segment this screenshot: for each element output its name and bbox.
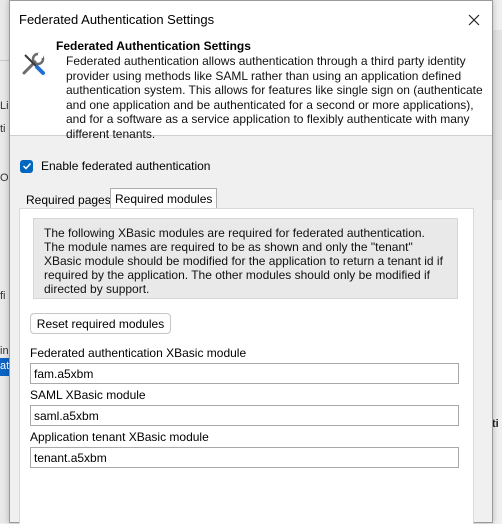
close-button[interactable] bbox=[460, 6, 488, 34]
background-text: Li bbox=[0, 100, 9, 112]
tools-icon bbox=[22, 52, 45, 75]
background-text: fi bbox=[0, 290, 6, 302]
enable-federated-auth-row[interactable]: Enable federated authentication bbox=[20, 159, 210, 173]
background-text: ti bbox=[492, 418, 499, 430]
reset-required-modules-button[interactable]: Reset required modules bbox=[30, 313, 171, 334]
header-description: Federated authentication allows authenti… bbox=[66, 54, 483, 141]
enable-federated-auth-checkbox[interactable] bbox=[20, 159, 33, 173]
background-text: in bbox=[0, 345, 9, 357]
checkmark-icon bbox=[22, 162, 31, 170]
fam-module-label: Federated authentication XBasic module bbox=[30, 346, 247, 360]
tab-required-pages[interactable]: Required pages bbox=[22, 190, 115, 210]
background-app-right bbox=[493, 30, 502, 200]
federated-auth-dialog: Federated Authentication Settings Federa… bbox=[9, 0, 493, 524]
title-bar: Federated Authentication Settings bbox=[10, 1, 492, 40]
background-text: at bbox=[0, 360, 10, 372]
required-modules-panel: The following XBasic modules are require… bbox=[19, 208, 474, 524]
header-title: Federated Authentication Settings bbox=[56, 39, 251, 53]
window-title: Federated Authentication Settings bbox=[19, 12, 215, 27]
background-app-left bbox=[0, 0, 9, 523]
saml-module-label: SAML XBasic module bbox=[30, 388, 146, 402]
tenant-module-label: Application tenant XBasic module bbox=[30, 430, 209, 444]
saml-module-input[interactable] bbox=[30, 405, 459, 426]
info-text: The following XBasic modules are require… bbox=[33, 218, 458, 299]
dialog-header: Federated Authentication Settings Federa… bbox=[10, 39, 492, 141]
tenant-module-input[interactable] bbox=[30, 447, 459, 468]
enable-federated-auth-label: Enable federated authentication bbox=[41, 159, 211, 173]
background-text: ti bbox=[0, 123, 6, 135]
fam-module-input[interactable] bbox=[30, 363, 459, 384]
close-icon bbox=[468, 14, 480, 26]
background-divider bbox=[0, 60, 9, 61]
tab-required-modules[interactable]: Required modules bbox=[110, 188, 218, 209]
